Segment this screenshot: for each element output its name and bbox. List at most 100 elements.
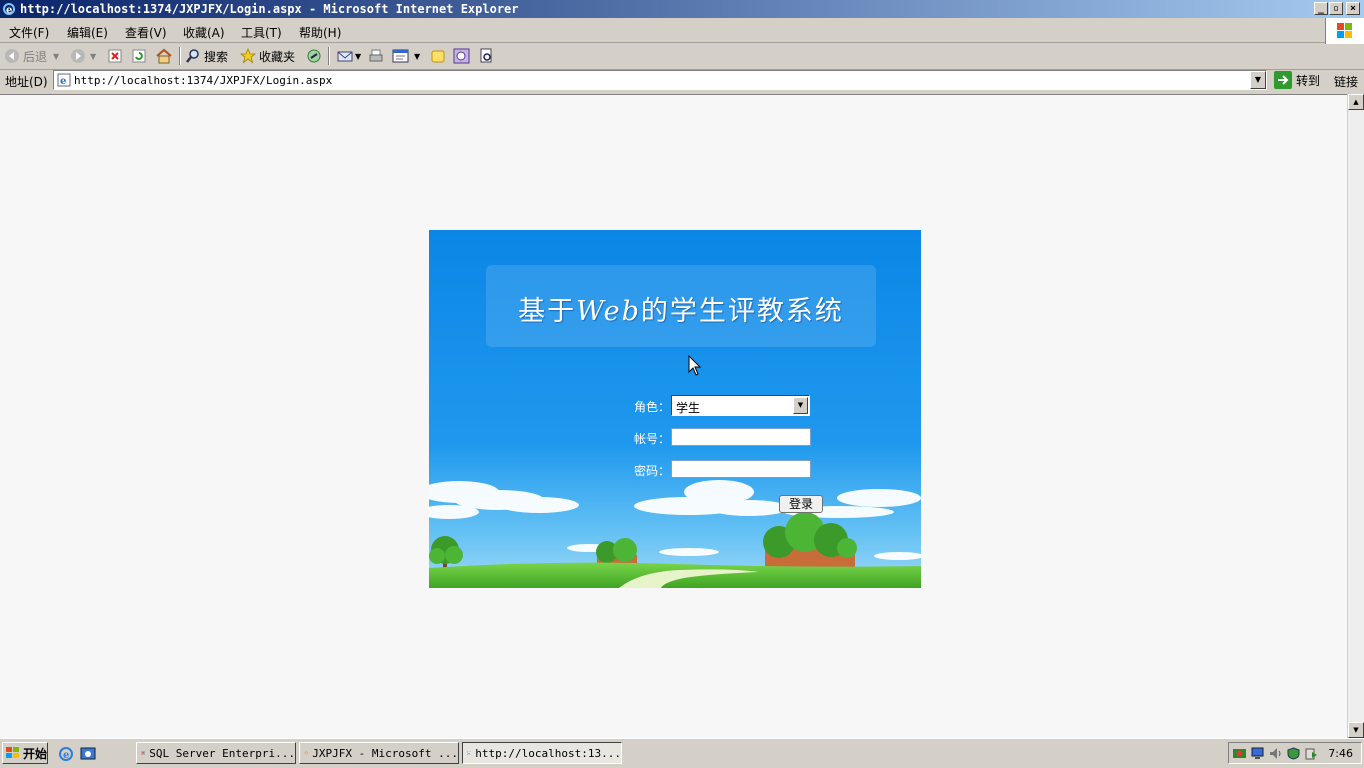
toolbar-separator — [328, 47, 330, 65]
account-input[interactable] — [671, 428, 811, 446]
svg-text:e: e — [6, 5, 12, 16]
password-input[interactable] — [671, 460, 811, 478]
clock: 7:46 — [1328, 747, 1353, 760]
research-button[interactable] — [478, 47, 494, 65]
task-label: JXPJFX - Microsoft ... — [312, 746, 458, 760]
chevron-down-icon[interactable]: ▼ — [53, 52, 59, 61]
mail-icon — [337, 51, 353, 62]
scroll-down-icon[interactable]: ▼ — [1348, 722, 1364, 738]
links-button[interactable]: 链接 — [1334, 73, 1358, 90]
refresh-button[interactable] — [131, 47, 147, 65]
login-panel: 基于Web的学生评教系统 角色： 学生 ▼ 帐号： 密码： 登录 — [429, 230, 921, 588]
stop-button[interactable] — [107, 47, 123, 65]
network-icon[interactable] — [1233, 747, 1246, 760]
star-icon — [240, 48, 256, 64]
toolbar: 后退 ▼ ▼ 搜索 收藏夹 ▼ ▼ — [0, 43, 1364, 70]
ie-page-icon: e — [57, 73, 71, 87]
visual-studio-icon — [304, 751, 308, 755]
print-button[interactable] — [368, 47, 384, 65]
forward-button[interactable]: ▼ — [70, 47, 96, 65]
restore-button[interactable]: ▫ — [1329, 2, 1343, 15]
task-sql-server[interactable]: SQL Server Enterpri... — [136, 742, 296, 764]
task-label: http://localhost:13... — [475, 746, 621, 760]
account-label: 帐号： — [634, 432, 671, 446]
back-label: 后退 — [23, 49, 48, 64]
window-title: http://localhost:1374/JXPJFX/Login.aspx … — [20, 2, 519, 16]
svg-text:e: e — [60, 76, 66, 87]
role-label: 角色： — [634, 400, 671, 414]
ie-icon: e — [3, 3, 15, 16]
chevron-down-icon[interactable]: ▼ — [793, 397, 808, 414]
ie-quicklaunch-icon[interactable]: e — [58, 746, 74, 762]
scroll-up-icon[interactable]: ▲ — [1348, 94, 1364, 110]
edit-page-icon — [392, 49, 409, 63]
home-icon — [156, 48, 172, 64]
chevron-down-icon[interactable]: ▼ — [414, 52, 420, 61]
back-arrow-icon — [5, 49, 19, 63]
security-icon[interactable] — [1287, 747, 1300, 760]
menu-view[interactable]: 查看(V) — [125, 24, 167, 41]
mail-button[interactable]: ▼ — [337, 47, 361, 65]
title-bar: e http://localhost:1374/JXPJFX/Login.asp… — [0, 0, 1364, 18]
menu-bar: 文件(F) 编辑(E) 查看(V) 收藏(A) 工具(T) 帮助(H) — [0, 20, 1364, 43]
login-button[interactable]: 登录 — [779, 495, 823, 513]
windows-flag-icon — [6, 747, 19, 758]
minimize-button[interactable]: _ — [1314, 2, 1328, 15]
title-prefix: 基于 — [518, 296, 577, 327]
forward-arrow-icon — [71, 49, 85, 63]
menu-file[interactable]: 文件(F) — [9, 24, 49, 41]
start-button[interactable]: 开始 — [2, 742, 48, 764]
edit-button[interactable]: ▼ — [392, 47, 420, 65]
start-label: 开始 — [23, 746, 48, 761]
monitor-icon[interactable] — [1251, 747, 1264, 760]
title-web: Web — [576, 296, 641, 327]
page-title: 基于Web的学生评教系统 — [486, 289, 876, 328]
favorites-label: 收藏夹 — [259, 49, 296, 64]
chevron-down-icon[interactable]: ▼ — [90, 52, 96, 61]
menu-tools[interactable]: 工具(T) — [241, 24, 282, 41]
go-label: 转到 — [1296, 73, 1321, 88]
menu-favorites[interactable]: 收藏(A) — [183, 24, 225, 41]
note-icon — [431, 50, 445, 63]
role-select[interactable]: 学生 ▼ — [671, 395, 810, 416]
title-suffix: 的学生评教系统 — [640, 296, 844, 327]
task-label: SQL Server Enterpri... — [149, 746, 295, 760]
mouse-cursor-icon — [688, 355, 702, 376]
stop-icon — [108, 49, 122, 63]
volume-icon[interactable] — [1269, 747, 1282, 760]
search-label: 搜索 — [204, 49, 229, 64]
address-input[interactable]: e http://localhost:1374/JXPJFX/Login.asp… — [53, 70, 1267, 90]
taskbar: 开始 e SQL Server Enterpri... JXPJFX - Mic… — [0, 738, 1364, 768]
media-icon — [307, 49, 321, 63]
chevron-down-icon[interactable]: ▼ — [1250, 71, 1266, 89]
chevron-down-icon[interactable]: ▼ — [355, 52, 361, 61]
research-icon — [480, 48, 492, 63]
toolbar-separator — [179, 47, 181, 65]
messenger-button[interactable] — [453, 47, 471, 65]
service-manager-icon[interactable] — [1305, 747, 1318, 760]
search-icon — [186, 49, 199, 63]
favorites-button[interactable]: 收藏夹 — [240, 47, 295, 65]
close-button[interactable]: × — [1346, 2, 1360, 15]
discuss-button[interactable] — [430, 47, 446, 65]
password-label: 密码： — [634, 464, 671, 478]
menu-edit[interactable]: 编辑(E) — [67, 24, 108, 41]
back-button[interactable]: 后退 ▼ — [4, 47, 59, 65]
go-button[interactable]: 转到 — [1274, 71, 1320, 89]
svg-text:e: e — [468, 751, 470, 755]
windows-logo — [1325, 18, 1364, 44]
show-desktop-icon[interactable] — [80, 746, 96, 762]
address-label: 地址(D) — [5, 75, 48, 89]
vertical-scrollbar[interactable]: ▲ ▼ — [1348, 94, 1364, 738]
windows-flag-icon — [1337, 23, 1352, 38]
task-internet-explorer[interactable]: e http://localhost:13... — [462, 742, 622, 764]
messenger-icon — [453, 48, 470, 64]
title-banner: 基于Web的学生评教系统 — [486, 265, 876, 347]
task-visual-studio[interactable]: JXPJFX - Microsoft ... — [299, 742, 459, 764]
home-button[interactable] — [155, 47, 173, 65]
media-button[interactable] — [306, 47, 322, 65]
search-button[interactable]: 搜索 — [185, 47, 228, 65]
address-bar: 地址(D) e http://localhost:1374/JXPJFX/Log… — [0, 70, 1364, 92]
svg-text:e: e — [63, 750, 69, 761]
menu-help[interactable]: 帮助(H) — [299, 24, 341, 41]
